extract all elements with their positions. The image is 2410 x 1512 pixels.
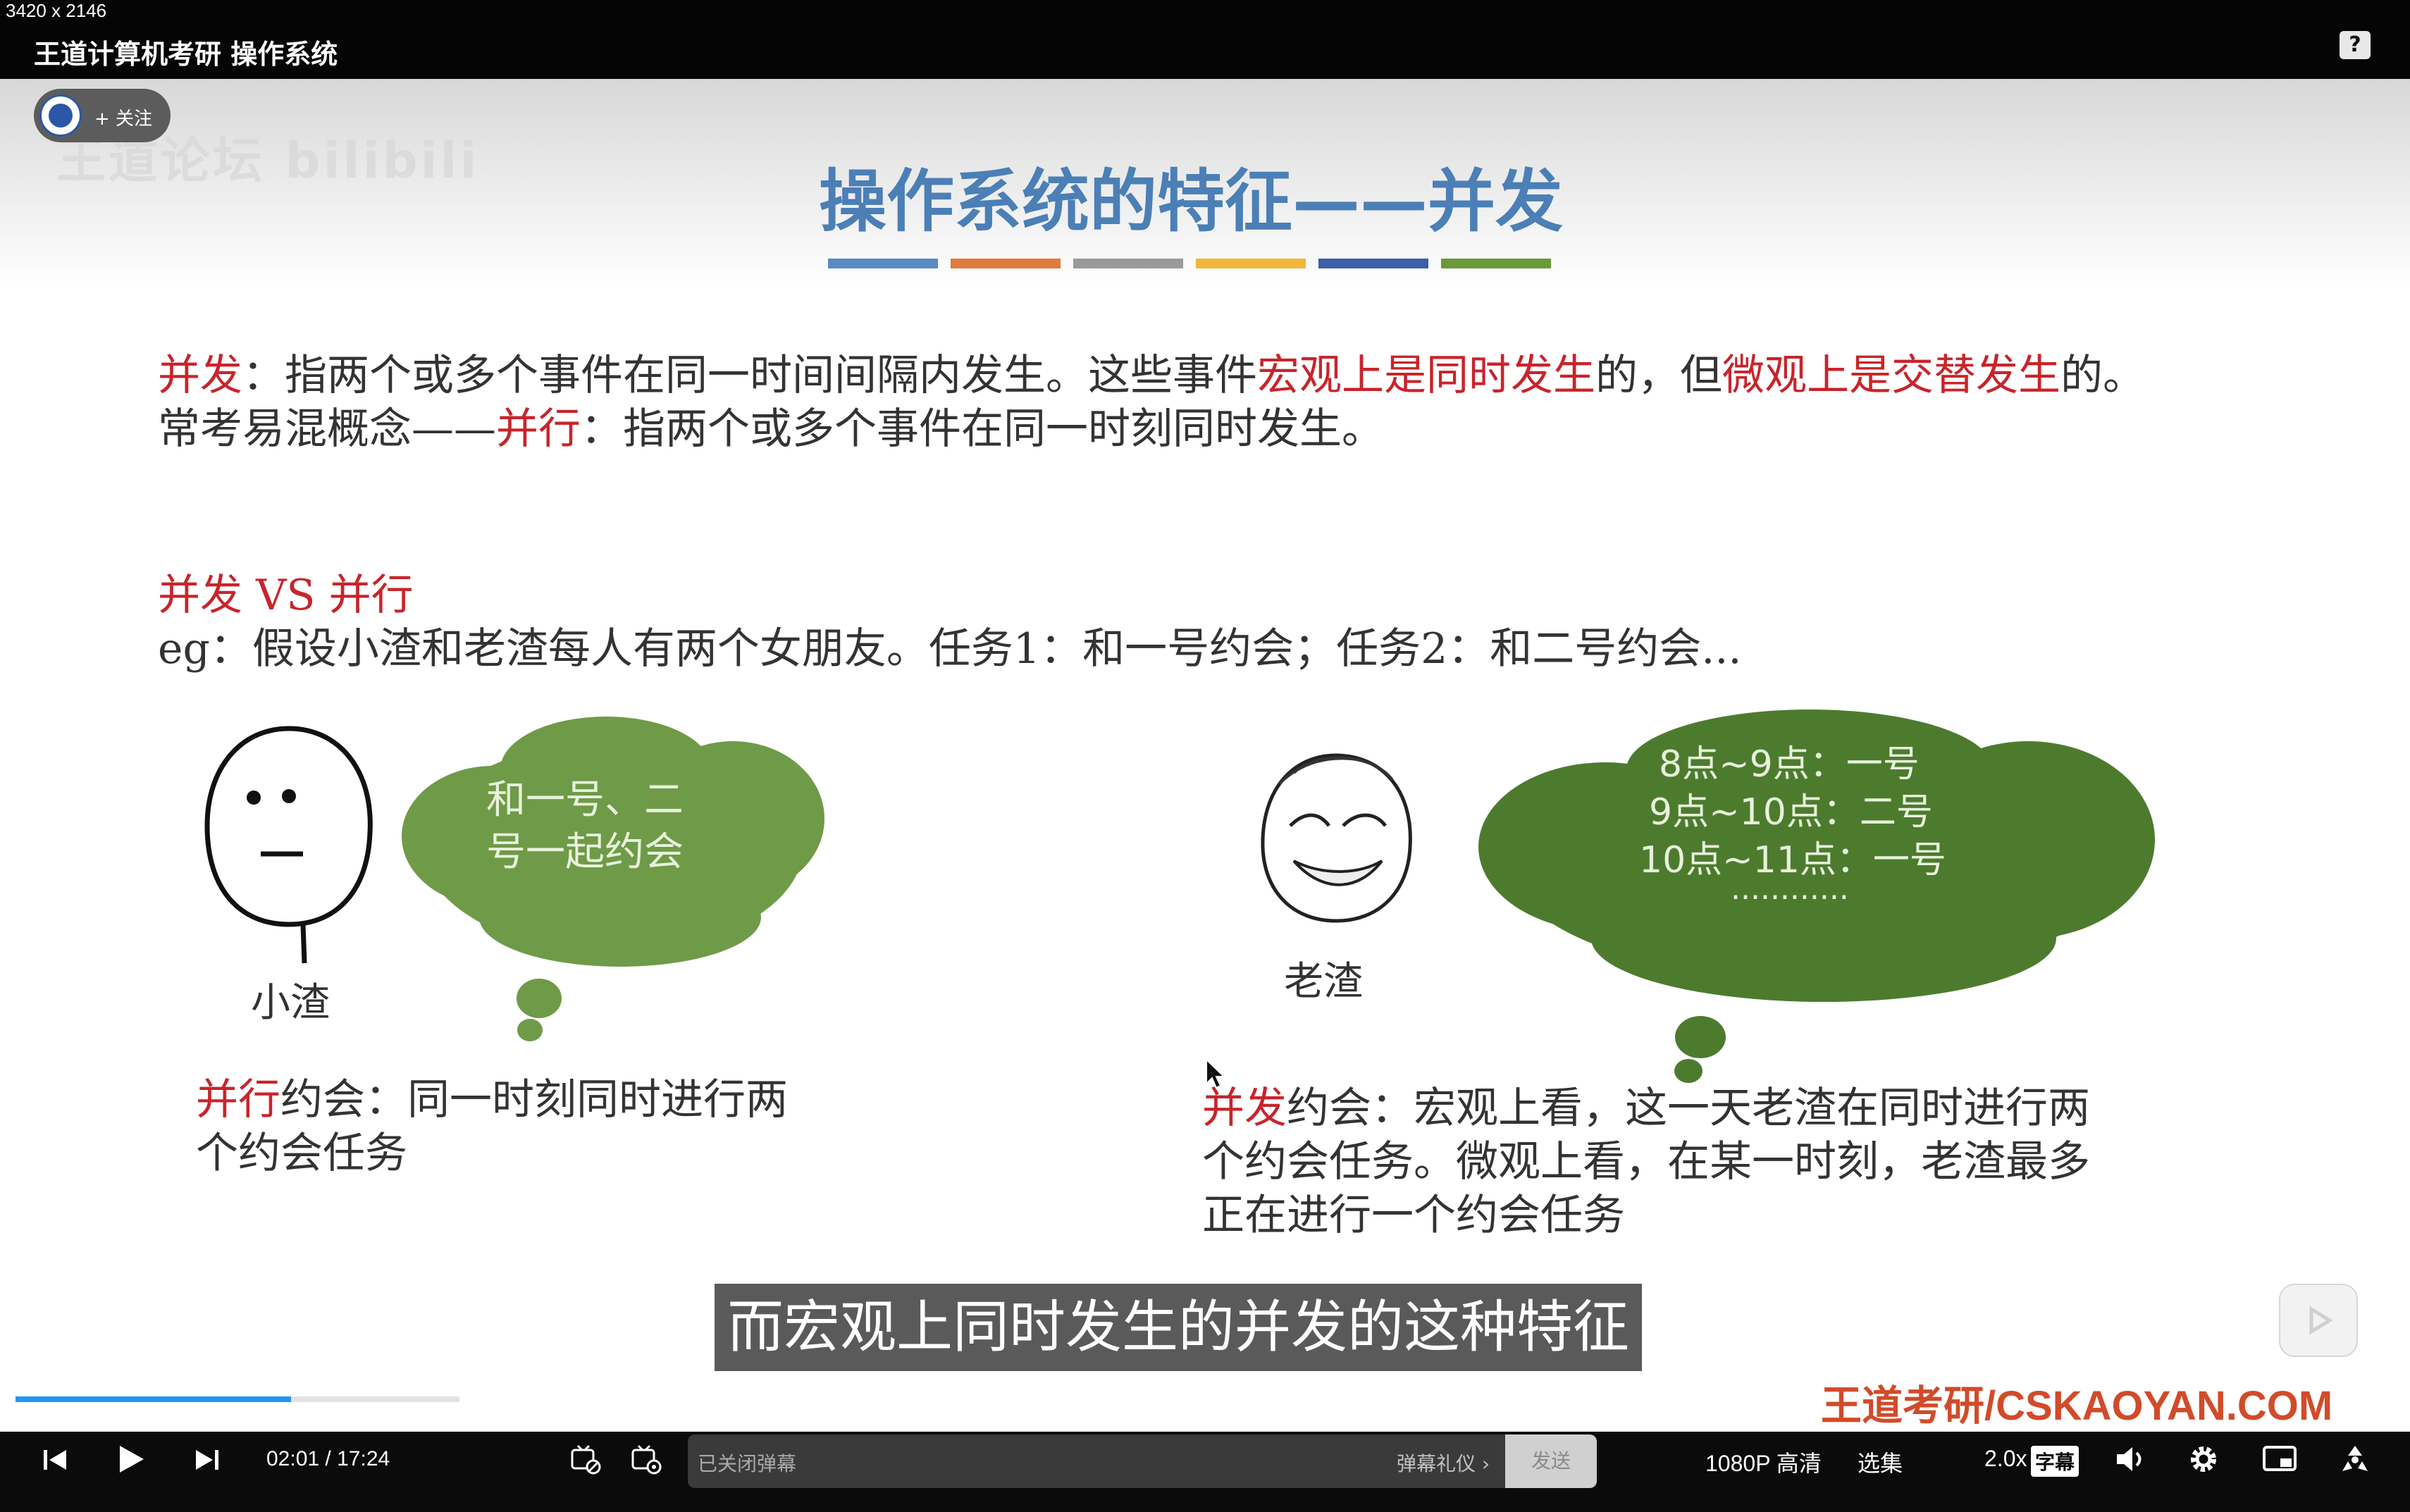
def-text: 的。	[2060, 351, 2145, 400]
title-color-bars	[828, 258, 1564, 268]
avatar[interactable]	[39, 94, 82, 137]
vs-heading: 并发 VS 并行	[158, 571, 414, 620]
title-bar: 3420 x 2146 王道计算机考研 操作系统 ?	[0, 0, 2410, 79]
color-bar-2	[951, 259, 1061, 268]
color-bar-3	[1073, 259, 1183, 268]
term-parallel: 并行	[496, 404, 581, 454]
current-time: 02:01	[266, 1447, 320, 1470]
progress-fill	[16, 1396, 291, 1402]
def-text: 常考易混概念——	[158, 404, 496, 454]
settings-gear-icon[interactable]	[2187, 1443, 2220, 1475]
def-highlight-micro: 微观上是交替发生	[1722, 351, 2060, 400]
def-text: ：指两个或多个事件在同一时间间隔内发生。这些事件	[242, 351, 1257, 400]
def-text: 的，但	[1595, 351, 1722, 400]
follow-button[interactable]: + 关注	[34, 89, 171, 142]
danmaku-settings-icon[interactable]	[630, 1444, 662, 1475]
cloud-left-line-1: 和一号、二	[486, 777, 684, 823]
danmaku-input[interactable]: 已关闭弹幕 弹幕礼仪 › 发送	[688, 1434, 1597, 1488]
slide-title: 操作系统的特征——并发	[819, 162, 1563, 241]
poker-face-icon	[204, 726, 373, 964]
time-separator: /	[325, 1447, 331, 1470]
def-highlight-macro: 宏观上是同时发生	[1257, 351, 1595, 400]
def-text: ：指两个或多个事件在同一时刻同时发生。	[581, 404, 1384, 454]
dimensions-label: 3420 x 2146	[6, 0, 107, 21]
schedule-line-1: 8点~9点：一号	[1659, 743, 1920, 786]
picture-in-picture-icon[interactable]	[2262, 1444, 2297, 1474]
caption-right-line-2: 个约会任务。微观上看，在某一时刻，老渣最多	[1202, 1137, 2090, 1186]
schedule-line-2: 9点~10点：二号	[1649, 791, 1933, 834]
caption-left-line-1: 并行约会：同一时刻同时进行两	[196, 1065, 788, 1127]
caption-right-line-3: 正在进行一个约会任务	[1202, 1191, 1625, 1240]
quality-selector[interactable]: 1080P 高清	[1705, 1446, 1822, 1478]
thought-cloud-left	[402, 717, 824, 1041]
danmaku-toggle-icon[interactable]	[569, 1444, 602, 1475]
speed-button[interactable]: 2.0x	[1984, 1446, 2027, 1472]
play-icon[interactable]	[116, 1443, 147, 1475]
color-bar-4	[1196, 259, 1306, 268]
next-icon[interactable]	[193, 1447, 221, 1473]
danmaku-etiquette-link[interactable]: 弹幕礼仪 ›	[1397, 1449, 1490, 1477]
color-bar-1	[828, 259, 938, 268]
subtitle-caption: 而宏观上同时发生的并发的这种特征	[715, 1284, 1642, 1371]
troll-face-icon	[1261, 753, 1412, 923]
color-bar-5	[1318, 259, 1428, 268]
video-title: 王道计算机考研 操作系统	[34, 39, 338, 70]
definition-line-1: 并发：指两个或多个事件在同一时间间隔内发生。这些事件宏观上是同时发生的，但微观上…	[158, 341, 2145, 402]
caption-right-line-1: 并发约会：宏观上看，这一天老渣在同时进行两	[1202, 1074, 2090, 1135]
send-button[interactable]: 发送	[1505, 1434, 1597, 1488]
mouse-cursor-icon	[1206, 1058, 1226, 1089]
follow-label: + 关注	[94, 109, 153, 130]
danmaku-placeholder: 已关闭弹幕	[698, 1452, 797, 1475]
fullscreen-icon[interactable]	[2338, 1443, 2372, 1475]
time-display: 02:01 / 17:24	[266, 1447, 390, 1471]
slide-brand: 王道考研/CSKAOYAN.COM	[1821, 1383, 2333, 1429]
caption-right-text: 约会：宏观上看，这一天老渣在同时进行两	[1287, 1084, 2090, 1133]
bilibili-tv-icon[interactable]	[2279, 1284, 2358, 1357]
term-concurrency: 并发	[158, 351, 242, 400]
subtitle-toggle-button[interactable]: 字幕	[2031, 1446, 2080, 1477]
previous-icon[interactable]	[41, 1447, 69, 1473]
volume-icon[interactable]	[2114, 1444, 2146, 1474]
color-bar-6	[1441, 259, 1551, 268]
schedule-ellipsis: ............	[1731, 871, 1849, 907]
example-line: eg：假设小渣和老渣每人有两个女朋友。任务1：和一号约会；任务2：和二号约会..…	[158, 624, 1742, 674]
definition-line-2: 常考易混概念——并行：指两个或多个事件在同一时刻同时发生。	[158, 395, 1384, 456]
caption-right-term: 并发	[1202, 1084, 1287, 1133]
cloud-left-line-2: 号一起约会	[486, 829, 684, 875]
character-name-right: 老渣	[1284, 959, 1363, 1005]
episodes-button[interactable]: 选集	[1858, 1446, 1903, 1478]
caption-left-text: 约会：同一时刻同时进行两	[280, 1075, 788, 1124]
caption-left-line-2: 个约会任务	[196, 1129, 407, 1178]
help-icon[interactable]: ?	[2340, 31, 2371, 59]
character-name-left: 小渣	[251, 980, 330, 1026]
duration: 17:24	[337, 1447, 390, 1470]
caption-left-term: 并行	[196, 1075, 280, 1124]
video-frame[interactable]: 王道论坛 bilibili + 关注 操作系统的特征——并发 并发：指两个或多个…	[0, 79, 2410, 1432]
